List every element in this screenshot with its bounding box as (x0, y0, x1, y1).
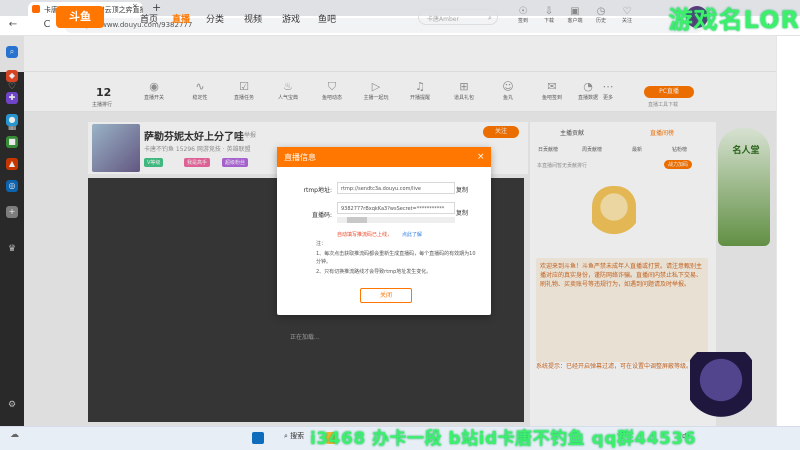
learn-more-link[interactable]: 点此了解 (402, 231, 422, 238)
search-icon[interactable]: ⌕ (488, 14, 492, 23)
copy-rtmp-button[interactable]: 复制 (456, 185, 468, 194)
heart-icon: ♡ (622, 6, 632, 17)
nav-home[interactable]: 首页 (140, 12, 158, 25)
note-item-2: 2、只有切换推流路线才会导致rtmp地址发生变化。 (316, 269, 432, 275)
rtmp-label: rtmp地址: (303, 187, 333, 194)
rtmp-address-value: rtmp://sendtc3a.douyu.com/live (341, 186, 421, 192)
note-item-1: 1、每次点击获取推流码都会重新生成直播码，每个直播码的有效期为10分钟。 (316, 251, 476, 265)
taskbar-search[interactable]: ⌕ 搜索 (284, 431, 304, 441)
douyu-favicon-icon (32, 5, 40, 13)
checkin-button[interactable]: ☉ 签到 (512, 6, 534, 24)
reload-icon[interactable]: C (40, 19, 54, 30)
stream-overlay-game-name: 游戏名LOR (668, 6, 800, 34)
rtmp-address-field[interactable]: rtmp://sendtc3a.douyu.com/live (337, 182, 455, 194)
modal-close-button[interactable]: 关闭 (360, 288, 412, 303)
weather-icon[interactable]: ☁ (10, 430, 19, 440)
back-icon[interactable]: ← (6, 19, 20, 30)
modal-title: 直播信息 (284, 153, 316, 162)
code-field-scroll-thumb[interactable] (347, 217, 367, 223)
search-placeholder: 卡唐Amber (427, 16, 459, 23)
nav-live[interactable]: 直播 (172, 12, 190, 25)
modal-close-icon[interactable]: × (477, 152, 485, 162)
download-button[interactable]: ⇩ 下载 (538, 6, 560, 24)
douyu-logo[interactable]: 斗鱼 (56, 6, 104, 28)
start-icon[interactable] (252, 432, 264, 444)
nav-yuba[interactable]: 鱼吧 (318, 12, 336, 25)
stream-overlay-bottom-text: i3468 办卡一段 b站id卡唐不钓鱼 qq群44536 (310, 429, 697, 449)
auto-fill-notice: 自动填写推流码已上线， (337, 232, 393, 238)
nav-game[interactable]: 游戏 (282, 12, 300, 25)
follow-list-button[interactable]: ♡ 关注 (616, 6, 638, 24)
stream-code-value: 9382777rBxqkKa3?wsSecret=*********** (341, 206, 445, 212)
checkin-icon: ☉ (518, 6, 528, 17)
nav-category[interactable]: 分类 (206, 12, 224, 25)
nav-video[interactable]: 视频 (244, 12, 262, 25)
download-icon: ⇩ (544, 6, 554, 17)
history-button[interactable]: ◷ 历史 (590, 6, 612, 24)
search-input[interactable]: 卡唐Amber (418, 9, 498, 25)
history-icon: ◷ (596, 6, 606, 17)
stream-code-label: 直播码: (311, 212, 332, 219)
stream-code-field[interactable]: 9382777rBxqkKa3?wsSecret=*********** (337, 202, 455, 214)
browser-edge-sidebar (776, 36, 800, 426)
note-title: 注： (316, 241, 327, 247)
client-icon: ▣ (570, 6, 580, 17)
client-button[interactable]: ▣ 客户端 (564, 6, 586, 24)
copy-code-button[interactable]: 复制 (456, 208, 468, 217)
